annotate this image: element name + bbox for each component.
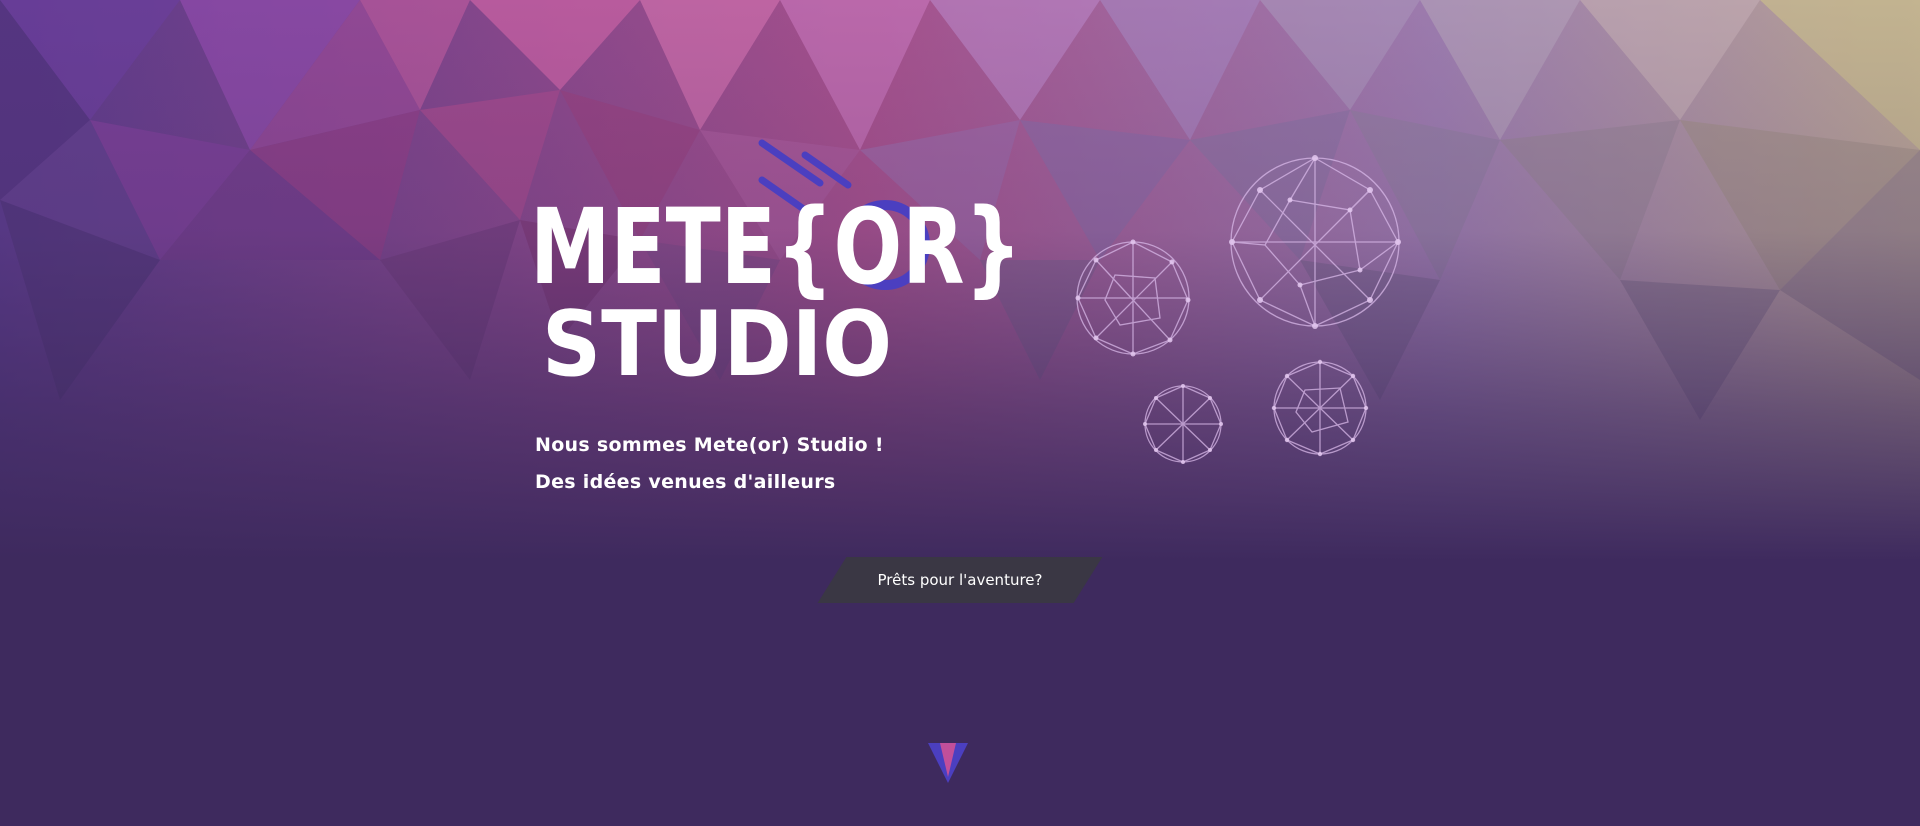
logo-line-1: METE{OR}	[530, 186, 1022, 308]
cta-label: Prêts pour l'aventure?	[877, 571, 1043, 589]
hero-section: METE{OR} STUDIO Nous sommes Mete(or) Stu…	[0, 0, 1920, 826]
tagline-intro: Nous sommes Mete(or) Studio !	[535, 434, 884, 456]
adventure-cta-button[interactable]: Prêts pour l'aventure?	[817, 557, 1103, 603]
chevron-down-icon[interactable]	[928, 743, 968, 783]
meteor-studio-logo: METE{OR} STUDIO	[530, 139, 1022, 385]
logo-line-2: STUDIO	[542, 292, 892, 385]
network-spheres	[1075, 155, 1401, 464]
low-poly-background	[0, 0, 1920, 826]
tagline-subtitle: Des idées venues d'ailleurs	[535, 471, 836, 493]
